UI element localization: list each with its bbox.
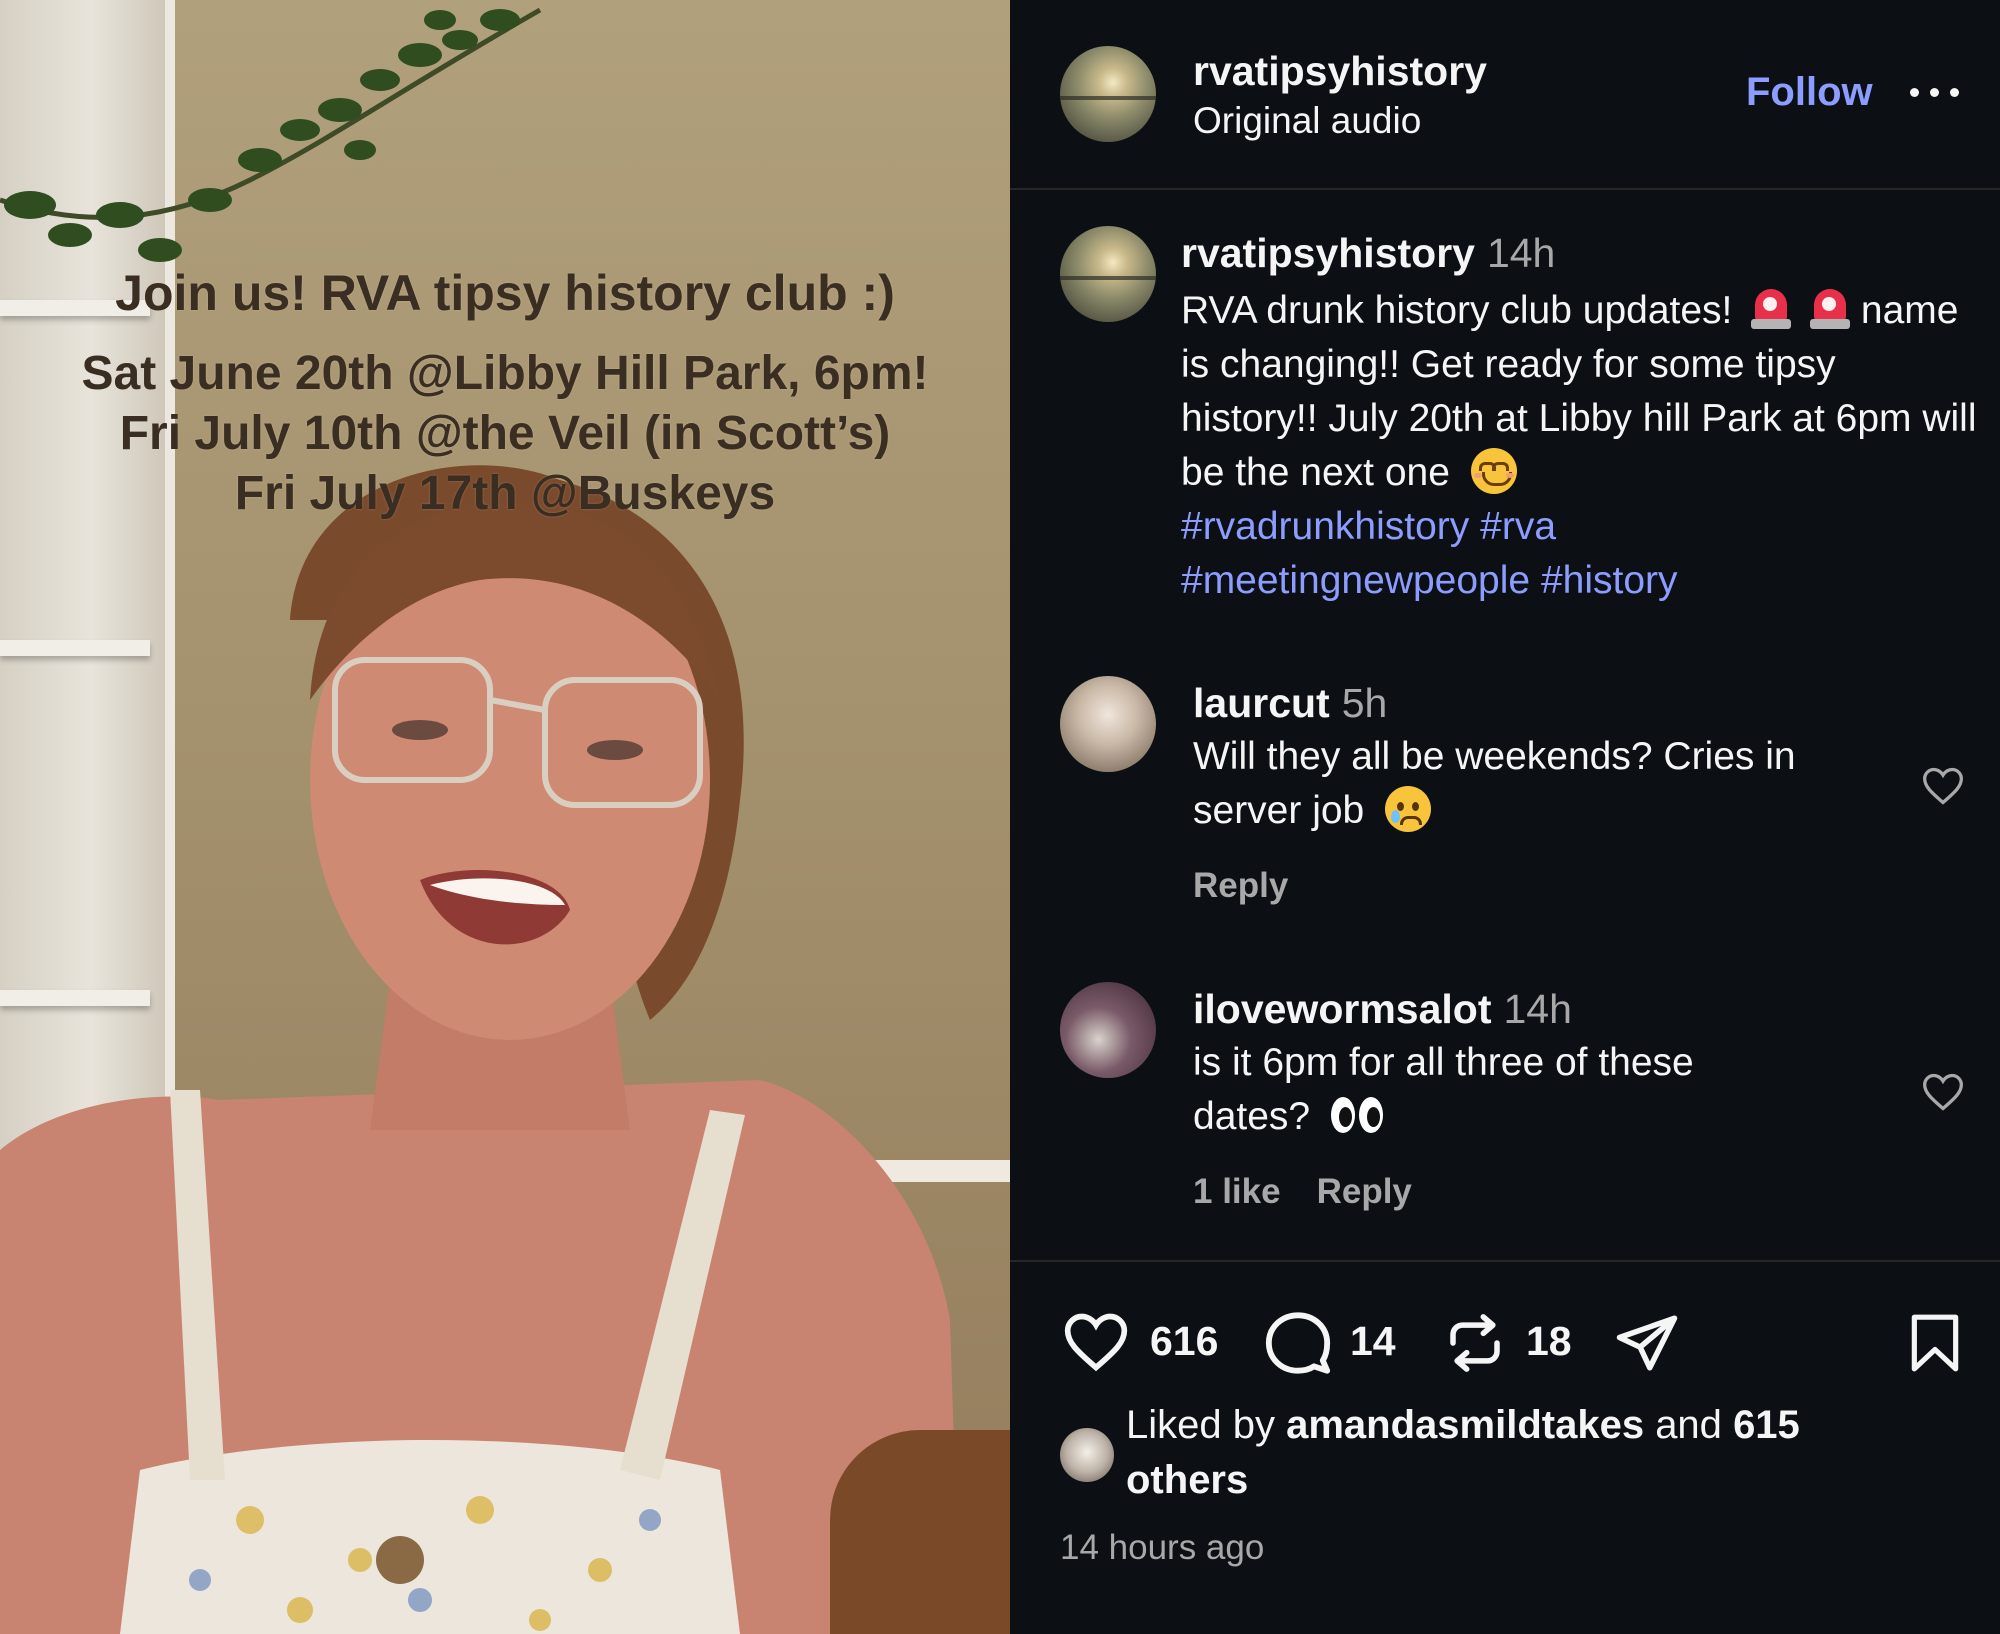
video-overlay-line-2: Fri July 10th @the Veil (in Scott’s) [119,407,891,460]
like-heart-icon[interactable] [1060,1308,1132,1376]
crying-face-icon [1385,786,1432,832]
post-timestamp[interactable]: 14 hours ago [1060,1528,1264,1568]
caption-header: rvatipsyhistory 14h [1181,230,1555,277]
hashtag-rvadrunkhistory[interactable]: #rvadrunkhistory [1181,505,1469,548]
comment-bubble-icon[interactable] [1262,1308,1334,1378]
chair [830,1430,1010,1634]
comment-body: is it 6pm for all three of these dates? [1193,1041,1694,1138]
footer-divider [1010,1260,2000,1262]
comment-text: is it 6pm for all three of these dates? [1193,1036,1813,1144]
repost-count[interactable]: 18 [1526,1318,1572,1365]
hashtag-meetingnewpeople[interactable]: #meetingnewpeople [1181,559,1530,602]
more-options-icon[interactable] [1908,70,1964,110]
post-sidebar: rvatipsyhistory Original audio Follow rv… [1010,0,2000,1634]
header-username[interactable]: rvatipsyhistory [1193,48,1487,95]
liked-by-text: Liked by amandasmildtakes and 615 others [1126,1398,1906,1508]
audio-label[interactable]: Original audio [1193,100,1421,142]
comment-like-count[interactable]: 1 like [1193,1172,1281,1211]
video-overlay-line-1: Sat June 20th @Libby Hill Park, 6pm! [81,347,929,400]
hashtag-history[interactable]: #history [1541,559,1678,602]
comment-text: Will they all be weekends? Cries in serv… [1193,730,1913,838]
comment-time: 14h [1503,986,1572,1032]
comment-header: ilovewormsalot 14h [1193,986,1572,1033]
caption-time: 14h [1486,230,1556,276]
comment-header: laurcut 5h [1193,680,1387,727]
liked-by-others[interactable]: others [1126,1458,1248,1502]
hashtag-rva[interactable]: #rva [1480,505,1556,548]
comment-like-heart-icon[interactable] [1920,764,1966,808]
eyes-icon [1330,1095,1385,1135]
comment-avatar[interactable] [1060,676,1156,772]
liked-by-avatar[interactable] [1060,1428,1114,1482]
liked-by-and: and [1655,1403,1722,1447]
comment-body: Will they all be weekends? Cries in serv… [1193,735,1796,832]
reply-button[interactable]: Reply [1317,1172,1412,1211]
caption-text-part1: RVA drunk history club updates! [1181,289,1733,332]
video-overlay-line-3: Fri July 17th @Buskeys [234,467,776,520]
comment-actions: 1 like Reply [1193,1172,1448,1212]
liked-by-user[interactable]: amandasmildtakes [1286,1403,1644,1447]
comment-actions: Reply [1193,866,1324,906]
comment-count[interactable]: 14 [1350,1318,1396,1365]
siren-icon [1751,285,1792,331]
reply-button[interactable]: Reply [1193,866,1288,905]
like-count[interactable]: 616 [1150,1318,1218,1365]
caption-avatar[interactable] [1060,226,1156,322]
header-avatar[interactable] [1060,46,1156,142]
follow-button[interactable]: Follow [1746,70,1873,115]
header-divider [1010,188,2000,190]
comment-like-heart-icon[interactable] [1920,1070,1966,1114]
liked-by-count[interactable]: 615 [1733,1403,1800,1447]
siren-icon [1810,285,1851,331]
repost-icon[interactable] [1442,1308,1508,1378]
share-paper-plane-icon[interactable] [1612,1310,1682,1376]
comment-time: 5h [1341,680,1388,726]
comment-username[interactable]: ilovewormsalot [1193,986,1491,1032]
video-player[interactable]: Join us! RVA tipsy history club :) Sat J… [0,0,1010,1634]
comment-avatar[interactable] [1060,982,1156,1078]
bookmark-icon[interactable] [1904,1310,1966,1376]
video-overlay-title: Join us! RVA tipsy history club :) [115,265,895,321]
video-person [0,465,960,1634]
caption-username[interactable]: rvatipsyhistory [1181,230,1475,276]
comment-username[interactable]: laurcut [1193,680,1330,726]
smiling-face-icon [1470,448,1517,494]
liked-by-prefix: Liked by [1126,1403,1275,1447]
caption-text: RVA drunk history club updates! name is … [1181,284,1981,608]
